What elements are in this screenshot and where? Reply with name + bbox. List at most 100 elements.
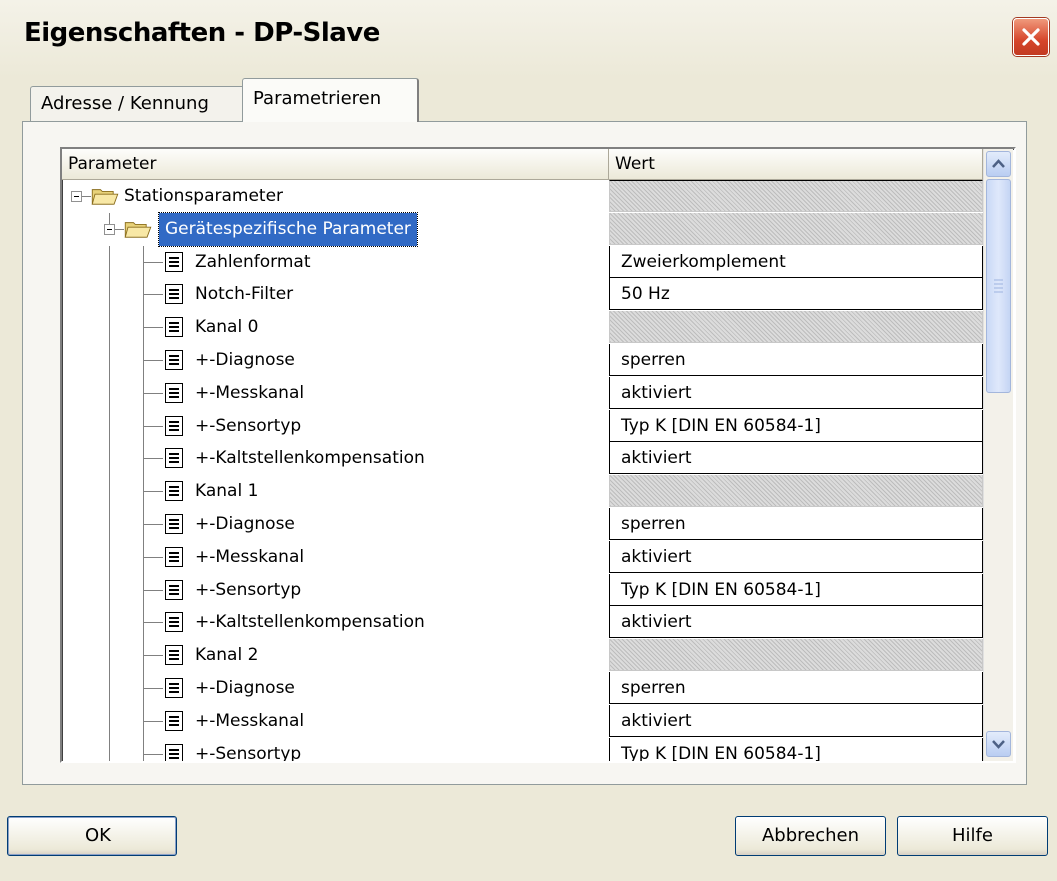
parameter-cell[interactable]: +-Diagnose bbox=[62, 344, 609, 377]
parameter-cell[interactable]: +-Kaltstellenkompensation bbox=[62, 606, 609, 640]
table-row[interactable]: +-Messkanal aktiviert bbox=[62, 540, 983, 574]
table-row[interactable]: +-Sensortyp Typ K [DIN EN 60584-1] bbox=[62, 737, 983, 763]
parameter-cell[interactable]: +-Sensortyp bbox=[62, 409, 609, 443]
parameter-cell[interactable]: +-Diagnose bbox=[62, 508, 609, 541]
value-cell[interactable]: sperren bbox=[609, 508, 983, 540]
value-cell-disabled bbox=[609, 180, 983, 212]
parameter-cell[interactable]: +-Messkanal bbox=[62, 704, 609, 738]
table-row[interactable]: +-Diagnose sperren bbox=[62, 672, 983, 705]
table-row[interactable]: Gerätespezifische Parameter bbox=[62, 211, 983, 247]
table-row[interactable]: +-Sensortyp Typ K [DIN EN 60584-1] bbox=[62, 409, 983, 443]
column-header-wert[interactable]: Wert bbox=[609, 149, 983, 180]
parameter-cell[interactable]: +-Messkanal bbox=[62, 376, 609, 410]
parameter-doc-icon bbox=[165, 579, 183, 600]
tree-connector bbox=[109, 540, 110, 574]
table-row[interactable]: Notch-Filter 50 Hz bbox=[62, 278, 983, 312]
parameter-label: Gerätespezifische Parameter bbox=[158, 211, 418, 247]
table-row[interactable]: Zahlenformat Zweierkomplement bbox=[62, 245, 983, 279]
parameter-cell[interactable]: Zahlenformat bbox=[62, 245, 609, 279]
tree-connector bbox=[143, 622, 163, 624]
value-cell[interactable]: aktiviert bbox=[609, 376, 983, 409]
title-bar: Eigenschaften - DP-Slave bbox=[0, 0, 1057, 78]
parameter-cell[interactable]: Gerätespezifische Parameter bbox=[62, 211, 609, 247]
tree-connector bbox=[109, 704, 110, 738]
value-cell[interactable]: aktiviert bbox=[609, 442, 983, 475]
parameter-label: Kanal 2 bbox=[195, 645, 259, 666]
table-row[interactable]: +-Diagnose sperren bbox=[62, 508, 983, 541]
table-row[interactable]: +-Diagnose sperren bbox=[62, 344, 983, 377]
parameter-label: +-Sensortyp bbox=[195, 415, 302, 436]
parameter-cell[interactable]: Stationsparameter bbox=[62, 180, 609, 213]
tree-connector bbox=[109, 672, 110, 705]
collapse-toggle-icon[interactable] bbox=[104, 223, 115, 235]
parameter-cell[interactable]: Notch-Filter bbox=[62, 278, 609, 312]
parameter-doc-icon bbox=[165, 350, 183, 370]
parameter-label: +-Messkanal bbox=[195, 710, 305, 731]
parameter-label: Notch-Filter bbox=[195, 284, 294, 305]
parameter-cell[interactable]: +-Kaltstellenkompensation bbox=[62, 442, 609, 476]
tab-adresse-kennung[interactable]: Adresse / Kennung bbox=[30, 86, 250, 121]
tree-connector bbox=[109, 573, 110, 607]
parameter-cell[interactable]: +-Sensortyp bbox=[62, 737, 609, 763]
table-row[interactable]: Kanal 1 bbox=[62, 475, 983, 509]
value-cell[interactable]: Typ K [DIN EN 60584-1] bbox=[609, 573, 983, 606]
parameter-label: +-Diagnose bbox=[195, 514, 295, 534]
value-cell[interactable]: Zweierkomplement bbox=[609, 245, 983, 278]
table-row[interactable]: +-Messkanal aktiviert bbox=[62, 704, 983, 738]
parameter-doc-icon bbox=[165, 382, 183, 403]
tree-connector bbox=[143, 655, 163, 657]
cancel-button[interactable]: Abbrechen bbox=[735, 816, 886, 856]
value-cell[interactable]: Typ K [DIN EN 60584-1] bbox=[609, 737, 983, 761]
tree-connector bbox=[143, 261, 163, 263]
tree-connector bbox=[109, 508, 110, 541]
table-row[interactable]: Kanal 2 bbox=[62, 639, 983, 673]
parameter-cell[interactable]: +-Sensortyp bbox=[62, 573, 609, 607]
value-cell[interactable]: sperren bbox=[609, 672, 983, 704]
help-button[interactable]: Hilfe bbox=[897, 816, 1048, 856]
table-row[interactable]: +-Messkanal aktiviert bbox=[62, 376, 983, 410]
parameter-doc-icon bbox=[165, 481, 183, 502]
parameter-doc-icon bbox=[165, 317, 183, 338]
table-row[interactable]: Kanal 0 bbox=[62, 311, 983, 345]
table-row[interactable]: Stationsparameter bbox=[62, 180, 983, 213]
tree-connector bbox=[143, 737, 144, 761]
value-cell[interactable]: 50 Hz bbox=[609, 278, 983, 311]
parameter-cell[interactable]: Kanal 1 bbox=[62, 475, 609, 509]
value-cell[interactable]: aktiviert bbox=[609, 704, 983, 737]
parameter-label: Stationsparameter bbox=[124, 186, 284, 206]
value-cell[interactable]: aktiviert bbox=[609, 540, 983, 573]
window-title: Eigenschaften - DP-Slave bbox=[24, 18, 380, 48]
parameter-cell[interactable]: +-Messkanal bbox=[62, 540, 609, 574]
tree-connector bbox=[143, 425, 163, 427]
value-cell-disabled bbox=[609, 311, 983, 344]
tree-connector bbox=[143, 524, 163, 525]
parameter-doc-icon bbox=[165, 448, 183, 469]
parameter-label: +-Kaltstellenkompensation bbox=[195, 612, 425, 633]
ok-button[interactable]: OK bbox=[7, 816, 177, 856]
table-row[interactable]: +-Sensortyp Typ K [DIN EN 60584-1] bbox=[62, 573, 983, 607]
parameter-cell[interactable]: +-Diagnose bbox=[62, 672, 609, 705]
parameter-label: +-Sensortyp bbox=[195, 743, 302, 763]
vertical-scrollbar[interactable] bbox=[983, 149, 1013, 761]
collapse-toggle-icon[interactable] bbox=[71, 191, 82, 202]
parameter-cell[interactable]: Kanal 2 bbox=[62, 639, 609, 673]
chevron-down-icon bbox=[992, 740, 1005, 749]
scroll-thumb[interactable] bbox=[986, 179, 1011, 393]
tree-connector bbox=[109, 475, 110, 509]
value-cell[interactable]: sperren bbox=[609, 344, 983, 376]
scroll-up-button[interactable] bbox=[986, 151, 1011, 177]
parameter-doc-icon bbox=[165, 612, 183, 633]
tab-parametrieren[interactable]: Parametrieren bbox=[242, 78, 419, 122]
table-row[interactable]: +-Kaltstellenkompensation aktiviert bbox=[62, 442, 983, 476]
value-cell[interactable]: aktiviert bbox=[609, 606, 983, 639]
scroll-down-button[interactable] bbox=[986, 731, 1011, 757]
close-button[interactable] bbox=[1013, 18, 1049, 56]
table-row[interactable]: +-Kaltstellenkompensation aktiviert bbox=[62, 606, 983, 640]
tree-connector bbox=[115, 228, 124, 230]
value-cell[interactable]: Typ K [DIN EN 60584-1] bbox=[609, 409, 983, 442]
parameter-doc-icon bbox=[165, 415, 183, 436]
tree-connector bbox=[109, 442, 110, 476]
column-header-parameter[interactable]: Parameter bbox=[62, 149, 609, 180]
parameter-label: Kanal 0 bbox=[195, 317, 259, 338]
parameter-cell[interactable]: Kanal 0 bbox=[62, 311, 609, 345]
